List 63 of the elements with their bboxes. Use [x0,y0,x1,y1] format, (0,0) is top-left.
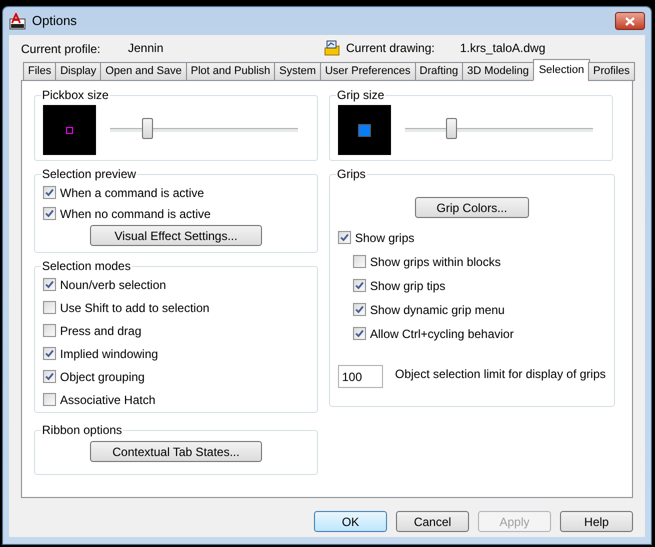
tab[interactable]: Selection [532,59,590,81]
group-title: Grip size [336,87,386,104]
checkbox[interactable] [43,278,56,291]
slider-thumb[interactable] [142,118,153,139]
dialog-button[interactable]: Help [560,511,633,532]
checkbox[interactable] [43,207,56,220]
checkbox-label: Associative Hatch [60,392,156,408]
window-title: Options [32,12,78,30]
grip-square-icon [358,124,371,136]
button[interactable]: Visual Effect Settings... [90,225,262,246]
checkbox[interactable] [43,186,56,199]
group-title: Selection preview [41,166,138,183]
dialog-button[interactable]: Cancel [396,511,469,532]
checkbox-label: When no command is active [60,206,211,222]
profile-value: Jennin [128,40,164,57]
checkbox[interactable] [43,370,56,383]
checkbox[interactable] [353,279,366,292]
tab[interactable]: Files [23,62,56,81]
dialog-button[interactable]: OK [314,511,387,532]
button[interactable]: Grip Colors... [414,197,529,218]
tab[interactable]: Drafting [414,62,464,81]
tab[interactable]: Open and Save [100,62,187,81]
group-title: Pickbox size [41,87,110,104]
drawing-file-icon [324,40,340,56]
checkbox-label: Implied windowing [60,346,158,362]
tab[interactable]: Display [55,62,102,81]
checkbox[interactable] [43,301,56,314]
tab[interactable]: User Preferences [320,62,416,81]
checkbox-label: When a command is active [60,184,204,202]
group-title: Grips [336,166,367,183]
checkbox-label: Use Shift to add to selection [60,300,210,316]
limit-label: Object selection limit for display of grips [395,366,606,383]
checkbox-label: Press and drag [60,322,142,340]
limit-field[interactable]: 100 [338,365,383,388]
close-icon [625,16,635,26]
group-title: Ribbon options [41,422,124,439]
checkbox[interactable] [353,327,366,340]
checkbox[interactable] [43,393,56,406]
app-icon [9,12,26,30]
checkbox-label: Show dynamic grip menu [370,302,505,318]
tab[interactable]: Profiles [588,62,635,81]
slider-thumb[interactable] [446,118,458,139]
drawing-label: Current drawing: [346,40,436,57]
checkbox[interactable] [338,231,351,244]
tab[interactable]: 3D Modeling [462,62,534,81]
button[interactable]: Contextual Tab States... [90,441,262,462]
profile-label: Current profile: [21,41,102,58]
checkbox-label: Show grips [355,230,414,246]
checkbox-label: Show grip tips [370,278,446,294]
checkbox[interactable] [43,324,56,337]
checkbox[interactable] [353,303,366,316]
drawing-value: 1.krs_taloA.dwg [460,40,546,57]
group-title: Selection modes [41,258,132,275]
checkbox-label: Object grouping [60,368,145,386]
checkbox[interactable] [43,347,56,360]
tab[interactable]: System [274,62,321,81]
checkbox-label: Show grips within blocks [370,254,501,270]
close-button[interactable] [615,12,645,30]
pickbox-square-icon [66,126,73,134]
checkbox-label: Noun/verb selection [60,276,166,294]
checkbox-label: Allow Ctrl+cycling behavior [370,326,514,342]
checkbox[interactable] [353,255,366,268]
tab[interactable]: Plot and Publish [186,62,276,81]
